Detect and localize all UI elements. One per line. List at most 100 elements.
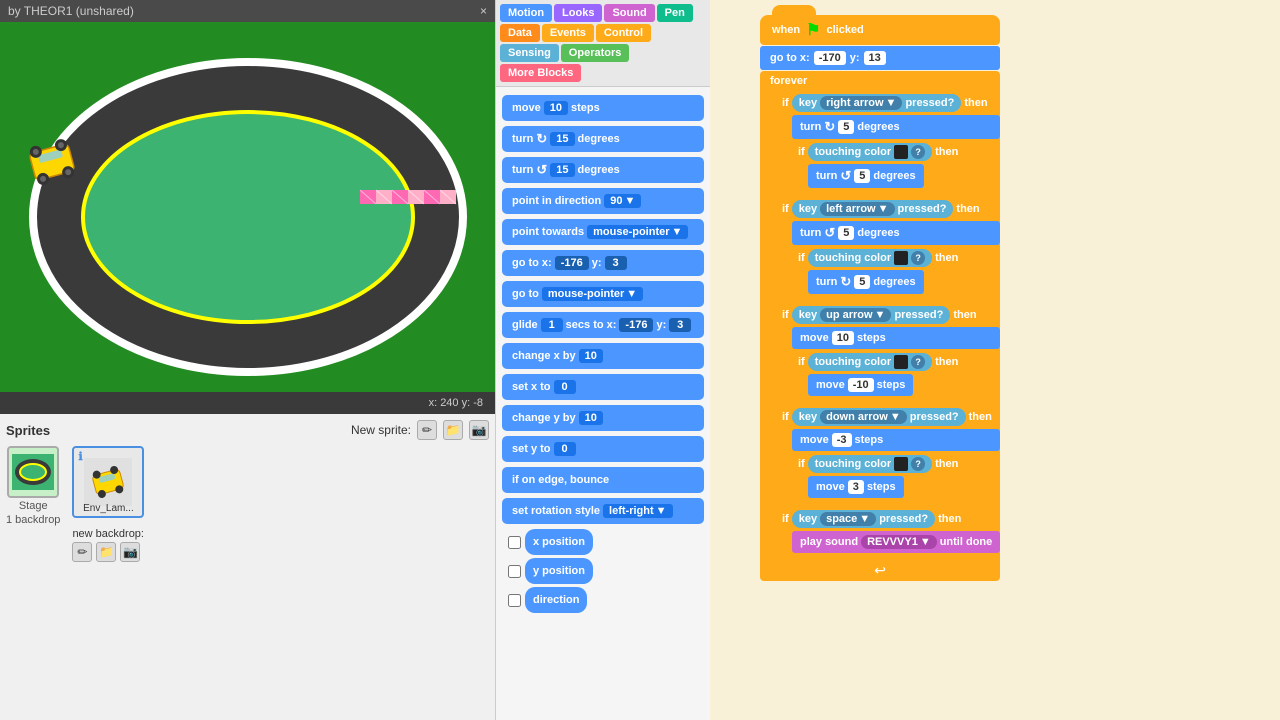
move-neg10-block[interactable]: move -10 steps: [808, 374, 913, 396]
block-turn-ccw[interactable]: turn ↺ 15 degrees: [502, 157, 704, 183]
block-glide[interactable]: glide 1 secs to x: -176 y: 3: [502, 312, 704, 338]
cat-sound-btn[interactable]: Sound: [604, 4, 654, 22]
goto-xy-block[interactable]: go to x: -170 y: 13: [760, 46, 1000, 70]
block-rotation[interactable]: set rotation style left-right ▼: [502, 498, 704, 524]
paint-backdrop-btn[interactable]: ✏: [72, 542, 92, 562]
turn-cw5-right-block[interactable]: turn ↻ 5 degrees: [808, 270, 924, 294]
if-up-header[interactable]: if key up arrow ▼ pressed? then: [776, 303, 1000, 327]
turn-ccw5-block[interactable]: turn ↺ 5 degrees: [808, 164, 924, 188]
color-swatch-4[interactable]: [894, 457, 908, 471]
checkbox-x-pos[interactable]: x position: [508, 529, 698, 555]
hat-block-flag[interactable]: when ⚑ clicked: [760, 15, 1000, 45]
cat-events-btn[interactable]: Events: [542, 24, 594, 42]
sprites-title: Sprites: [6, 423, 50, 438]
left-arrow-dropdown[interactable]: left arrow ▼: [820, 202, 894, 216]
block-move-steps[interactable]: move 10 steps: [502, 95, 704, 121]
stage-sub: 1 backdrop: [6, 514, 60, 526]
if-touching-3-body: move -10 steps: [808, 374, 1000, 399]
y-pos-checkbox[interactable]: [508, 565, 521, 578]
block-set-y[interactable]: set y to 0: [502, 436, 704, 462]
sprite-info-icon: ℹ: [78, 450, 82, 463]
cat-looks-btn[interactable]: Looks: [554, 4, 602, 22]
block-change-x[interactable]: change x by 10: [502, 343, 704, 369]
if-left-body: turn ↺ 5 degrees if touching color: [792, 221, 1000, 300]
if-touching-1-header[interactable]: if touching color ? then: [792, 140, 1000, 164]
x-pos-checkbox[interactable]: [508, 536, 521, 549]
if-touching-2-header[interactable]: if touching color ? then: [792, 246, 1000, 270]
goto-y-val[interactable]: 13: [864, 51, 886, 65]
question-btn-1[interactable]: ?: [911, 145, 925, 159]
checkbox-y-pos[interactable]: y position: [508, 558, 698, 584]
main-script: when ⚑ clicked go to x: -170 y: 13 forev…: [760, 15, 1000, 581]
if-down-body: move -3 steps if touching color: [792, 429, 1000, 504]
if-space: if key space ▼ pressed? then: [776, 507, 1000, 556]
camera-backdrop-btn[interactable]: 📷: [120, 542, 140, 562]
move3-block[interactable]: move 3 steps: [808, 476, 904, 498]
if-right-arrow: if key right arrow ▼ pressed? then: [776, 91, 1000, 194]
stage-header: by THEOR1 (unshared) ×: [0, 0, 495, 22]
if-touching-3-header[interactable]: if touching color ? then: [792, 350, 1000, 374]
cat-operators-btn[interactable]: Operators: [561, 44, 630, 62]
play-sound-block[interactable]: play sound REVVVY1 ▼ until done: [792, 531, 1000, 553]
upload-backdrop-btn[interactable]: 📁: [96, 542, 116, 562]
space-dropdown[interactable]: space ▼: [820, 512, 876, 526]
block-go-to-mp[interactable]: go to mouse-pointer ▼: [502, 281, 704, 307]
sprite-item-car[interactable]: ℹ Env_Lam...: [72, 446, 144, 518]
down-arrow-dropdown[interactable]: down arrow ▼: [820, 410, 907, 424]
if-left-header[interactable]: if key left arrow ▼ pressed? then: [776, 197, 1000, 221]
ccw5-val[interactable]: 5: [854, 169, 870, 183]
turn-ccw5-left-block[interactable]: turn ↺ 5 degrees: [792, 221, 1000, 245]
checkbox-direction[interactable]: direction: [508, 587, 698, 613]
if-up-arrow: if key up arrow ▼ pressed? then: [776, 303, 1000, 402]
if-left-arrow: if key left arrow ▼ pressed? then: [776, 197, 1000, 300]
color-swatch-2[interactable]: [894, 251, 908, 265]
stage-label: Stage: [19, 500, 48, 512]
turn-cw5-block[interactable]: turn ↻ 5 degrees: [792, 115, 1000, 139]
if-touching-4-header[interactable]: if touching color ? then: [792, 452, 1000, 476]
cat-motion-btn[interactable]: Motion: [500, 4, 552, 22]
close-btn[interactable]: ×: [480, 4, 487, 18]
if-down-header[interactable]: if key down arrow ▼ pressed? then: [776, 405, 1000, 429]
if-touching-1: if touching color ? then: [792, 140, 1000, 191]
block-set-x[interactable]: set x to 0: [502, 374, 704, 400]
paint-sprite-btn[interactable]: ✏: [417, 420, 437, 440]
if-up-body: move 10 steps if touching color: [792, 327, 1000, 402]
goto-x-val[interactable]: -170: [814, 51, 846, 65]
move-neg3-block[interactable]: move -3 steps: [792, 429, 1000, 451]
cat-sensing-btn[interactable]: Sensing: [500, 44, 559, 62]
if-space-header[interactable]: if key space ▼ pressed? then: [776, 507, 1000, 531]
if-right-header[interactable]: if key right arrow ▼ pressed? then: [776, 91, 1000, 115]
question-btn-4[interactable]: ?: [911, 457, 925, 471]
move10-up-block[interactable]: move 10 steps: [792, 327, 1000, 349]
upload-sprite-btn[interactable]: 📁: [443, 420, 463, 440]
stage-sprite-thumb[interactable]: [7, 446, 59, 498]
block-point-towards[interactable]: point towards mouse-pointer ▼: [502, 219, 704, 245]
cw5-val[interactable]: 5: [838, 120, 854, 134]
if-touching-2-body: turn ↻ 5 degrees: [808, 270, 1000, 297]
block-change-y[interactable]: change y by 10: [502, 405, 704, 431]
direction-checkbox[interactable]: [508, 594, 521, 607]
block-go-to-xy[interactable]: go to x: -176 y: 3: [502, 250, 704, 276]
question-btn-3[interactable]: ?: [911, 355, 925, 369]
if-right-body: turn ↻ 5 degrees if touching colo: [792, 115, 1000, 194]
cat-pen-btn[interactable]: Pen: [657, 4, 693, 22]
right-arrow-dropdown[interactable]: right arrow ▼: [820, 96, 902, 110]
sound-name-dropdown[interactable]: REVVVY1 ▼: [861, 535, 937, 549]
if-touching-3: if touching color ? then: [792, 350, 1000, 399]
sprite-label-car: Env_Lam...: [83, 503, 134, 514]
block-point-dir[interactable]: point in direction 90 ▼: [502, 188, 704, 214]
camera-sprite-btn[interactable]: 📷: [469, 420, 489, 440]
block-bounce[interactable]: if on edge, bounce: [502, 467, 704, 493]
color-swatch-1[interactable]: [894, 145, 908, 159]
up-arrow-dropdown[interactable]: up arrow ▼: [820, 308, 891, 322]
question-btn-2[interactable]: ?: [911, 251, 925, 265]
cat-more-btn[interactable]: More Blocks: [500, 64, 581, 82]
new-sprite-area: New sprite: ✏ 📁 📷: [351, 420, 489, 440]
if-space-body: play sound REVVVY1 ▼ until done: [792, 531, 1000, 556]
forever-block[interactable]: forever if key right arrow ▼: [760, 71, 1000, 581]
block-turn-cw[interactable]: turn ↻ 15 degrees: [502, 126, 704, 152]
color-swatch-3[interactable]: [894, 355, 908, 369]
cat-data-btn[interactable]: Data: [500, 24, 540, 42]
cat-control-btn[interactable]: Control: [596, 24, 651, 42]
if-down-arrow: if key down arrow ▼ pressed? then: [776, 405, 1000, 504]
